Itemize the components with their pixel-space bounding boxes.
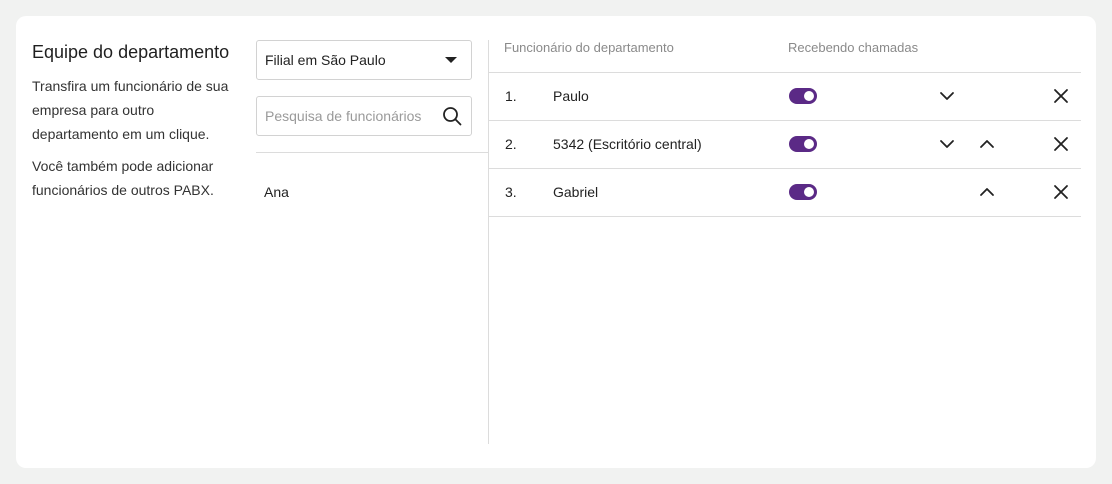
receiving-calls-toggle[interactable] <box>789 88 817 104</box>
chevron-down-icon[interactable] <box>935 84 959 108</box>
chevron-up-icon[interactable] <box>975 180 999 204</box>
employee-picker: Filial em São Paulo Ana <box>256 40 488 200</box>
table-row: 3. Gabriel <box>489 169 1081 217</box>
caret-down-icon <box>445 57 457 63</box>
table-header: Funcionário do departamento Recebendo ch… <box>489 40 1081 73</box>
table-row: 2. 5342 (Escritório central) <box>489 121 1081 169</box>
toggle-knob <box>804 91 814 101</box>
description-paragraph-1: Transfira um funcionário de sua empresa … <box>32 78 229 142</box>
available-employee-item[interactable]: Ana <box>264 184 289 200</box>
section-title: Equipe do departamento <box>32 42 230 62</box>
divider <box>256 152 488 153</box>
employee-name: Gabriel <box>553 184 599 200</box>
employee-name: Paulo <box>553 88 589 104</box>
department-employees-table: Funcionário do departamento Recebendo ch… <box>489 40 1081 217</box>
row-number: 1. <box>505 88 517 104</box>
receiving-calls-toggle[interactable] <box>789 184 817 200</box>
employee-name: 5342 (Escritório central) <box>553 136 702 152</box>
table-row: 1. Paulo <box>489 73 1081 121</box>
branch-select-value: Filial em São Paulo <box>265 52 386 68</box>
branch-select[interactable]: Filial em São Paulo <box>256 40 472 80</box>
receiving-calls-toggle[interactable] <box>789 136 817 152</box>
row-number: 3. <box>505 184 517 200</box>
description-paragraph-2: Você também pode adicionar funcionários … <box>32 158 214 198</box>
info-panel: Equipe do departamento Transfira um func… <box>32 40 238 210</box>
chevron-up-icon[interactable] <box>975 132 999 156</box>
row-number: 2. <box>505 136 517 152</box>
search-input[interactable] <box>265 108 441 124</box>
chevron-down-icon[interactable] <box>935 132 959 156</box>
employee-search <box>256 96 472 136</box>
column-header-employee: Funcionário do departamento <box>504 40 674 55</box>
department-team-card: Equipe do departamento Transfira um func… <box>16 16 1096 468</box>
column-header-receiving: Recebendo chamadas <box>788 40 919 55</box>
close-icon[interactable] <box>1049 84 1073 108</box>
close-icon[interactable] <box>1049 132 1073 156</box>
search-icon[interactable] <box>441 105 463 127</box>
toggle-knob <box>804 139 814 149</box>
toggle-knob <box>804 187 814 197</box>
close-icon[interactable] <box>1049 180 1073 204</box>
